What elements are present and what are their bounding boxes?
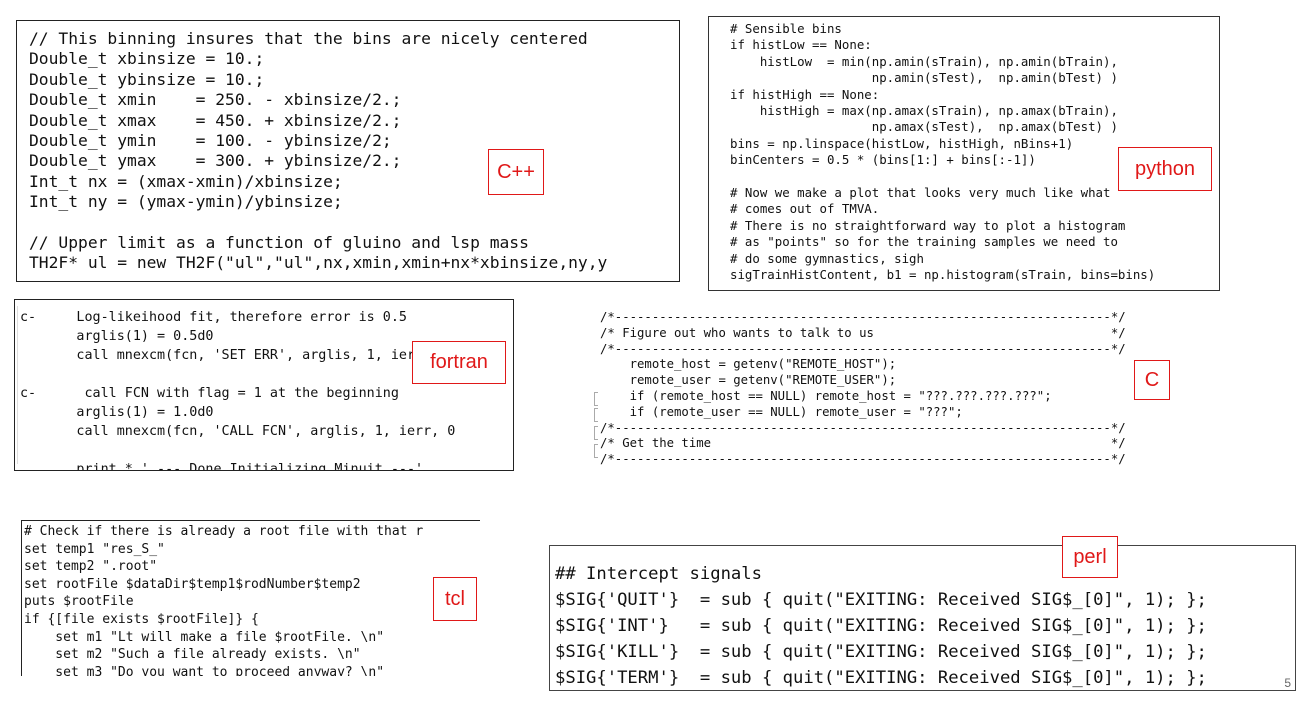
c-code-text: /*--------------------------------------… (600, 310, 1126, 466)
python-language-tag: python (1118, 147, 1212, 191)
c-code-panel: /*--------------------------------------… (590, 306, 1210, 466)
fortran-code-text: c- Log-likeihood fit, therefore error is… (20, 310, 456, 471)
tcl-language-tag: tcl (433, 577, 477, 621)
fortran-code-panel: c- Log-likeihood fit, therefore error is… (14, 299, 514, 471)
perl-language-tag: perl (1062, 536, 1118, 578)
perl-code-panel: ## Intercept signals $SIG{'QUIT'} = sub … (549, 545, 1296, 691)
fortran-language-tag: fortran (412, 341, 506, 384)
cpp-language-tag: C++ (488, 149, 544, 195)
c-gutter-mark (594, 408, 598, 422)
perl-code-text: ## Intercept signals $SIG{'QUIT'} = sub … (555, 564, 1207, 688)
c-language-tag: C (1134, 360, 1170, 400)
slide-number: 5 (1284, 676, 1291, 690)
c-gutter-mark (594, 392, 598, 406)
python-code-text: # Sensible bins if histLow == None: hist… (730, 21, 1156, 283)
tcl-code-text: # Check if there is already a root file … (24, 524, 424, 676)
cpp-code-panel: // This binning insures that the bins ar… (16, 20, 680, 282)
c-gutter-mark (594, 426, 598, 440)
tcl-code-panel: # Check if there is already a root file … (21, 520, 480, 676)
c-gutter-mark (594, 444, 598, 458)
fortran-gutter-line (17, 306, 18, 464)
